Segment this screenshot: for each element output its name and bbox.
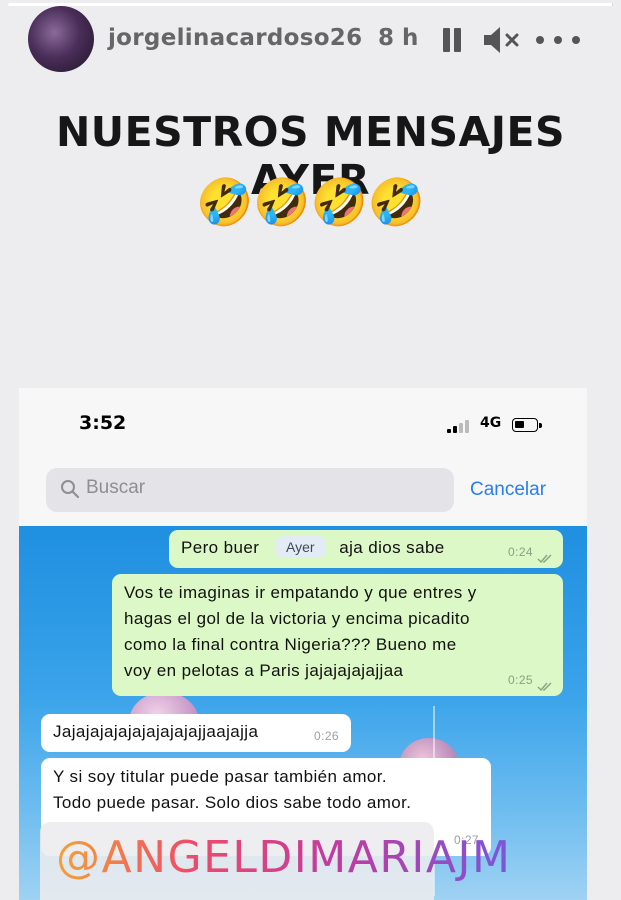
- speaker-muted-icon-svg: [484, 27, 519, 53]
- message-time: 0:24: [508, 545, 533, 559]
- message-time: 0:25: [508, 673, 533, 687]
- battery-icon: [512, 418, 538, 432]
- message-line: Todo puede pasar. Solo dios sabe todo am…: [53, 793, 412, 812]
- signal-bar: [447, 429, 451, 433]
- chat-message-outgoing[interactable]: Pero buer aja dios sabe 0:24: [169, 530, 563, 568]
- message-time: 0:26: [314, 729, 339, 743]
- pause-icon[interactable]: [442, 28, 462, 52]
- dot: [572, 36, 580, 44]
- message-text: aja dios sabe: [339, 538, 445, 557]
- battery-level: [515, 421, 524, 428]
- read-ticks-icon: [537, 554, 552, 564]
- message-line: como la final contra Nigeria??? Bueno me: [124, 635, 457, 654]
- date-separator-pill: Ayer: [275, 536, 326, 558]
- search-input[interactable]: [86, 477, 386, 499]
- chat-message-outgoing[interactable]: Vos te imaginas ir empatando y que entre…: [112, 574, 563, 696]
- username[interactable]: jorgelinacardoso26: [108, 25, 362, 51]
- cellular-signal-icon: [447, 419, 471, 433]
- message-line: voy en pelotas a Paris jajajajajajjaa: [124, 661, 404, 680]
- mention-text: @ANGELDIMARIAJM: [56, 832, 512, 883]
- message-text: Jajajajajajajajajajajjaajajja: [53, 722, 259, 741]
- chat-message-incoming[interactable]: Jajajajajajajajajajajjaajajja 0:26: [41, 714, 351, 752]
- search-icon: [61, 480, 80, 499]
- more-horizontal-icon[interactable]: [536, 36, 584, 44]
- message-text: Pero buer: [181, 538, 260, 557]
- signal-bar: [453, 426, 457, 433]
- search-bar[interactable]: [46, 468, 454, 512]
- network-type: 4G: [480, 415, 502, 431]
- signal-bar: [459, 423, 463, 433]
- message-line: Y si soy titular puede pasar también amo…: [53, 767, 387, 786]
- mention-sticker[interactable]: @ANGELDIMARIAJM: [40, 822, 510, 900]
- story-header: jorgelinacardoso26 8 h: [0, 0, 621, 80]
- status-bar-time: 3:52: [79, 412, 127, 434]
- message-line: hagas el gol de la victoria y encima pic…: [124, 609, 470, 628]
- dot: [536, 36, 544, 44]
- avatar[interactable]: [28, 6, 94, 72]
- cancel-button[interactable]: Cancelar: [470, 479, 546, 501]
- speaker-muted-icon[interactable]: [482, 24, 522, 56]
- read-ticks-icon: [537, 682, 552, 692]
- battery-tip: [539, 423, 542, 428]
- signal-bar: [465, 420, 469, 433]
- story-time: 8 h: [378, 25, 419, 51]
- dot: [554, 36, 562, 44]
- laughing-emoji-icons: 🤣🤣🤣🤣: [195, 175, 426, 229]
- message-line: Vos te imaginas ir empatando y que entre…: [124, 583, 477, 602]
